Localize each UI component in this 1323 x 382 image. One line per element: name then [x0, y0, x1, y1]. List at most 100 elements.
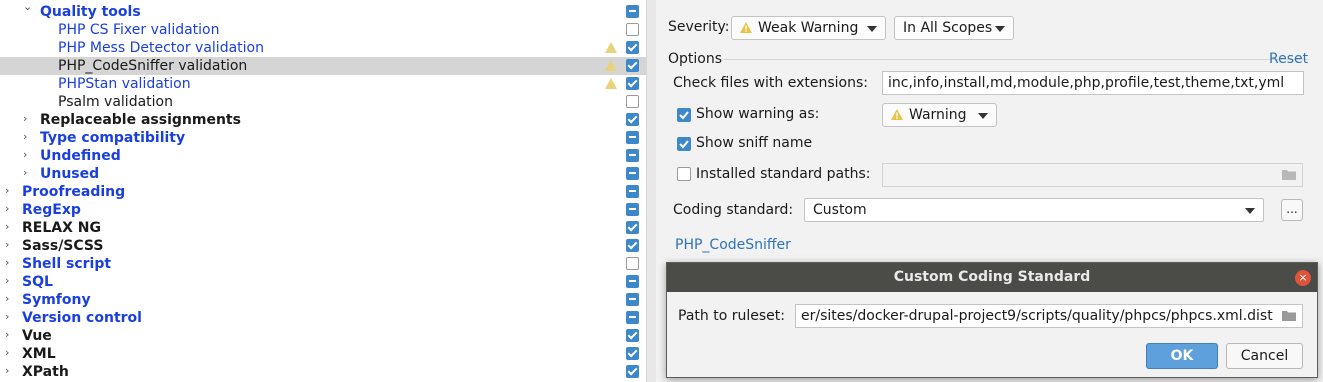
- tree-item-checkbox[interactable]: [626, 293, 639, 306]
- tree-leaf-row[interactable]: PHP_CodeSniffer validation: [0, 57, 646, 75]
- chevron-right-icon[interactable]: ›: [5, 184, 9, 197]
- show-warning-dropdown[interactable]: Warning: [882, 103, 997, 127]
- tree-item-label: PHPStan validation: [58, 76, 191, 92]
- inspection-tree[interactable]: ⌄ Quality tools PHP CS Fixer validation PHP…: [0, 0, 646, 382]
- tree-item-label: Version control: [22, 310, 142, 326]
- chevron-right-icon[interactable]: ›: [23, 148, 27, 161]
- chevron-right-icon[interactable]: ›: [5, 256, 9, 269]
- show-warning-label: Show warning as:: [696, 106, 820, 122]
- reset-link[interactable]: Reset: [1269, 51, 1308, 67]
- tree-group-row[interactable]: › XML: [0, 345, 646, 363]
- tree-group-row[interactable]: › XPath: [0, 363, 646, 381]
- chevron-right-icon[interactable]: ›: [5, 202, 9, 215]
- close-icon[interactable]: ×: [1295, 270, 1311, 286]
- tree-item-checkbox[interactable]: [626, 257, 639, 270]
- tree-item-label: Sass/SCSS: [22, 238, 104, 254]
- chevron-right-icon[interactable]: ›: [5, 292, 9, 305]
- tree-item-label: Proofreading: [22, 184, 126, 200]
- folder-icon[interactable]: [1282, 169, 1296, 180]
- tree-item-checkbox[interactable]: [626, 203, 639, 216]
- chevron-right-icon[interactable]: ›: [5, 328, 9, 341]
- installed-paths-checkbox[interactable]: [677, 167, 691, 181]
- tree-item-label: Psalm validation: [58, 94, 173, 110]
- tree-item-checkbox[interactable]: [626, 131, 639, 144]
- show-warning-checkbox[interactable]: [677, 108, 691, 122]
- tree-item-label: XML: [22, 346, 56, 362]
- tree-group-row[interactable]: › Unused: [0, 165, 646, 183]
- tree-item-checkbox[interactable]: [626, 185, 639, 198]
- tree-item-checkbox[interactable]: [626, 59, 639, 72]
- tree-item-label: Unused: [40, 166, 100, 182]
- tree-group-row[interactable]: › Sass/SCSS: [0, 237, 646, 255]
- show-sniff-name-checkbox[interactable]: [677, 137, 691, 151]
- check-extensions-field[interactable]: inc,info,install,md,module,php,profile,t…: [882, 71, 1304, 95]
- coding-standard-dropdown[interactable]: Custom: [804, 198, 1264, 222]
- tree-group-row[interactable]: › Proofreading: [0, 183, 646, 201]
- severity-dropdown[interactable]: Weak Warning: [731, 16, 886, 40]
- dialog-title: Custom Coding Standard: [667, 263, 1317, 292]
- tree-group-row[interactable]: › Version control: [0, 309, 646, 327]
- tree-group-row[interactable]: › RELAX NG: [0, 219, 646, 237]
- tree-item-checkbox[interactable]: [626, 95, 639, 108]
- tree-item-checkbox[interactable]: [626, 113, 639, 126]
- chevron-right-icon[interactable]: ›: [5, 310, 9, 323]
- ok-button[interactable]: OK: [1146, 343, 1218, 369]
- tree-item-checkbox[interactable]: [626, 41, 639, 54]
- show-warning-value: Warning: [909, 107, 967, 123]
- tree-item-checkbox[interactable]: [626, 77, 639, 90]
- tree-item-label: Type compatibility: [40, 130, 186, 146]
- tree-scrollbar[interactable]: [646, 0, 656, 382]
- tree-item-checkbox[interactable]: [626, 149, 639, 162]
- chevron-down-icon[interactable]: ⌄: [23, 0, 32, 13]
- chevron-right-icon[interactable]: ›: [5, 220, 9, 233]
- path-to-ruleset-label: Path to ruleset:: [678, 308, 785, 324]
- tree-item-checkbox[interactable]: [626, 23, 639, 36]
- tree-group-row[interactable]: › Replaceable assignments: [0, 111, 646, 129]
- tree-group-row[interactable]: › Vue: [0, 327, 646, 345]
- tree-group-row[interactable]: › Undefined: [0, 147, 646, 165]
- chevron-right-icon[interactable]: ›: [5, 364, 9, 377]
- chevron-right-icon[interactable]: ›: [23, 112, 27, 125]
- tree-item-label: Quality tools: [40, 4, 141, 20]
- tree-item-checkbox[interactable]: [626, 167, 639, 180]
- installed-paths-field[interactable]: [882, 163, 1303, 187]
- tree-item-checkbox[interactable]: [626, 347, 639, 360]
- chevron-right-icon[interactable]: ›: [23, 166, 27, 179]
- folder-icon[interactable]: [1282, 310, 1296, 321]
- tree-group-row[interactable]: › SQL: [0, 273, 646, 291]
- tree-item-checkbox[interactable]: [626, 311, 639, 324]
- chevron-right-icon[interactable]: ›: [5, 238, 9, 251]
- tree-group-row[interactable]: › RegExp: [0, 201, 646, 219]
- tree-item-checkbox[interactable]: [626, 221, 639, 234]
- tree-group-row[interactable]: › Symfony: [0, 291, 646, 309]
- tree-item-checkbox[interactable]: [626, 365, 639, 378]
- chevron-right-icon[interactable]: ›: [5, 274, 9, 287]
- tree-item-label: PHP Mess Detector validation: [58, 40, 264, 56]
- tree-group-row[interactable]: › Type compatibility: [0, 129, 646, 147]
- severity-value: Weak Warning: [758, 20, 859, 36]
- tree-item-checkbox[interactable]: [626, 5, 639, 18]
- scope-dropdown[interactable]: In All Scopes: [894, 16, 1014, 40]
- coding-standard-more-button[interactable]: ...: [1281, 199, 1303, 221]
- chevron-right-icon[interactable]: ›: [5, 346, 9, 359]
- scope-value: In All Scopes: [903, 20, 993, 36]
- tree-leaf-row[interactable]: Psalm validation: [0, 93, 646, 111]
- path-to-ruleset-field[interactable]: er/sites/docker-drupal-project9/scripts/…: [795, 304, 1303, 328]
- tree-item-checkbox[interactable]: [626, 275, 639, 288]
- tree-item-checkbox[interactable]: [626, 329, 639, 342]
- tree-item-label: Undefined: [40, 148, 121, 164]
- path-to-ruleset-value: er/sites/docker-drupal-project9/scripts/…: [801, 308, 1273, 324]
- severity-label: Severity:: [668, 19, 730, 35]
- php-codesniffer-link[interactable]: PHP_CodeSniffer: [675, 237, 791, 253]
- tree-item-checkbox[interactable]: [626, 239, 639, 252]
- dropdown-arrow-icon: [1245, 208, 1255, 214]
- tree-item-label: RELAX NG: [22, 220, 101, 236]
- tree-group-row[interactable]: › Shell script: [0, 255, 646, 273]
- coding-standard-label: Coding standard:: [673, 202, 794, 218]
- tree-leaf-row[interactable]: PHP Mess Detector validation: [0, 39, 646, 57]
- tree-leaf-row[interactable]: PHP CS Fixer validation: [0, 21, 646, 39]
- tree-leaf-row[interactable]: PHPStan validation: [0, 75, 646, 93]
- tree-group-row[interactable]: ⌄ Quality tools: [0, 0, 646, 21]
- chevron-right-icon[interactable]: ›: [23, 130, 27, 143]
- cancel-button[interactable]: Cancel: [1226, 343, 1303, 369]
